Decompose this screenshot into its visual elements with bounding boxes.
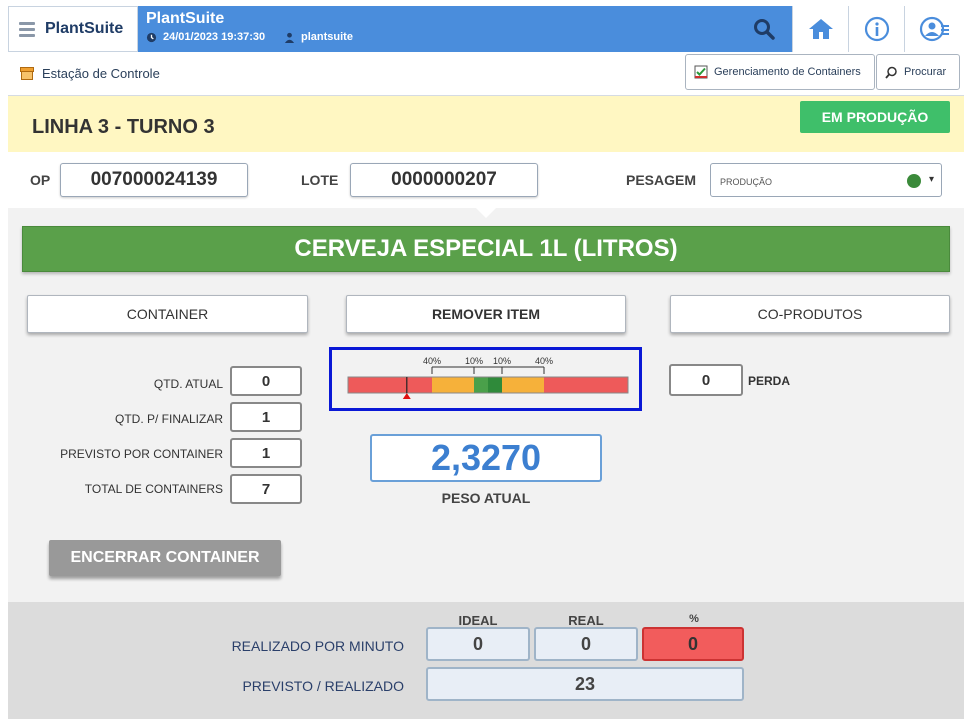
pesagem-select[interactable]: PRODUÇÃO ▾	[710, 163, 942, 197]
caret-down-icon: ▾	[929, 174, 935, 185]
gauge-tick-label: 10%	[493, 356, 511, 366]
containers-management-button[interactable]: Gerenciamento de Containers	[685, 54, 875, 90]
peso-atual-value: 2,3270	[370, 434, 602, 482]
checklist-icon	[694, 65, 708, 79]
gauge-segment-low-red	[348, 377, 432, 393]
op-label: OP	[30, 172, 51, 188]
gauge-segment-high-red	[544, 377, 628, 393]
summary-value: 1	[230, 402, 302, 432]
container-button[interactable]: CONTAINER	[27, 295, 308, 333]
lote-field[interactable]: 0000000207	[350, 163, 538, 197]
nav-row: Estação de Controle Gerenciamento de Con…	[8, 52, 964, 96]
op-field[interactable]: 007000024139	[60, 163, 248, 197]
production-stats: IDEAL REAL % REALIZADO POR MINUTO 0 0 0 …	[8, 602, 964, 719]
header-search-button[interactable]	[736, 6, 792, 52]
app-title: PlantSuite	[146, 10, 225, 27]
gauge-segment-low-orange	[432, 377, 474, 393]
summary-label: QTD. P/ FINALIZAR	[114, 412, 223, 426]
peso-atual-label: PESO ATUAL	[441, 490, 531, 506]
production-status-button[interactable]: EM PRODUÇÃO	[800, 101, 950, 133]
perda-label: PERDA	[748, 374, 791, 388]
user-name: plantsuite	[301, 31, 353, 43]
line-title: LINHA 3 - TURNO 3	[32, 116, 215, 138]
stat-header-pct: %	[689, 613, 699, 625]
weight-tolerance-gauge: 40% 10% 10% 40%	[329, 347, 642, 411]
stat-row-label: REALIZADO POR MINUTO	[231, 638, 404, 654]
stat-pct: 0	[642, 627, 744, 661]
gauge-segment-low-green	[474, 377, 488, 393]
summary-label: PREVISTO POR CONTAINER	[60, 447, 223, 461]
summary-value: 1	[230, 438, 302, 468]
pesagem-value: PRODUÇÃO	[720, 177, 773, 187]
summary-value: 0	[230, 366, 302, 396]
lote-label: LOTE	[301, 172, 339, 188]
stat-previsto-realizado: 23	[426, 667, 744, 701]
info-icon	[864, 16, 889, 42]
gauge-segment-high-orange	[502, 377, 544, 393]
summary-label: TOTAL DE CONTAINERS	[84, 482, 223, 496]
profile-button[interactable]	[904, 6, 964, 52]
stat-ideal: 0	[426, 627, 530, 661]
search-button[interactable]: Procurar	[876, 54, 960, 90]
datetime: 24/01/2023 19:37:30	[146, 31, 265, 43]
remove-item-button[interactable]: REMOVER ITEM	[346, 295, 626, 333]
stat-header-real: REAL	[568, 613, 604, 628]
brand-name: PlantSuite	[45, 20, 124, 37]
magnifier-icon	[885, 66, 897, 79]
profile-icon	[919, 16, 949, 42]
close-container-button[interactable]: ENCERRAR CONTAINER	[49, 540, 281, 576]
gauge-marker-icon	[402, 393, 411, 399]
clock-icon	[146, 32, 157, 42]
containers-management-label: Gerenciamento de Containers	[714, 66, 861, 78]
pesagem-label: PESAGEM	[626, 172, 697, 188]
box-icon	[20, 67, 34, 80]
search-icon	[754, 19, 775, 40]
home-icon	[808, 19, 833, 39]
home-button[interactable]	[792, 6, 848, 52]
current-user: plantsuite	[284, 31, 353, 43]
status-dot-icon	[907, 174, 921, 188]
user-icon	[284, 32, 295, 43]
gauge-tick-label: 10%	[465, 356, 483, 366]
stat-row-label: PREVISTO / REALIZADO	[242, 678, 404, 694]
datetime-text: 24/01/2023 19:37:30	[163, 31, 266, 43]
station-breadcrumb[interactable]: Estação de Controle	[20, 66, 160, 81]
gauge-segment-high-green	[488, 377, 502, 393]
stat-header-ideal: IDEAL	[458, 613, 498, 628]
brand-menu[interactable]: PlantSuite	[8, 6, 138, 52]
info-button[interactable]	[848, 6, 904, 52]
summary-value: 7	[230, 474, 302, 504]
line-header: LINHA 3 - TURNO 3 EM PRODUÇÃO	[8, 96, 964, 152]
main-panel: LINHA 3 - TURNO 3 EM PRODUÇÃO OP 0070000…	[8, 96, 964, 719]
station-label: Estação de Controle	[42, 66, 160, 81]
coproducts-button[interactable]: CO-PRODUTOS	[670, 295, 950, 333]
gauge-tick-label: 40%	[423, 356, 441, 366]
product-banner: CERVEJA ESPECIAL 1L (LITROS)	[22, 226, 950, 272]
summary-label: QTD. ATUAL	[153, 377, 223, 391]
pointer-arrow	[476, 208, 496, 218]
perda-value[interactable]: 0	[669, 364, 743, 396]
hamburger-icon[interactable]	[19, 19, 35, 40]
search-label: Procurar	[904, 66, 947, 78]
gauge-svg: 40% 10% 10% 40%	[347, 356, 629, 399]
stat-real: 0	[534, 627, 638, 661]
gauge-tick-label: 40%	[535, 356, 553, 366]
